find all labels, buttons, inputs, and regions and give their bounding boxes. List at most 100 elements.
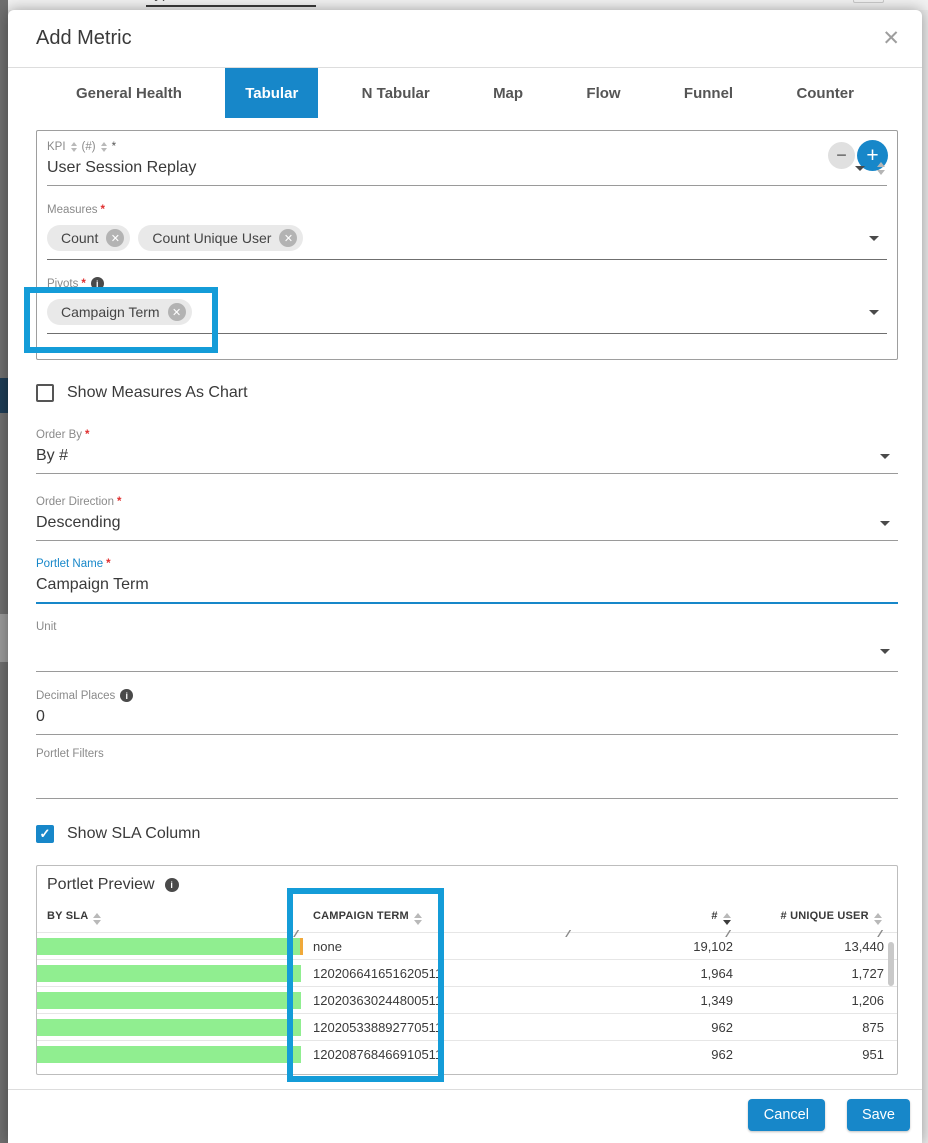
sort-arrows-icon <box>101 142 107 152</box>
table-header-row: BY SLA CAMPAIGN TERM # # UNIQUE USER <box>37 902 897 932</box>
cell-campaign-term: 120205338892770511 <box>303 1020 575 1035</box>
measures-label: Measures* <box>47 204 887 216</box>
show-measures-chart-checkbox[interactable] <box>36 384 54 402</box>
show-sla-row: ✓ Show SLA Column <box>36 825 898 843</box>
chevron-down-icon[interactable] <box>880 521 890 526</box>
cell-campaign-term: 120206641651620511 <box>303 966 575 981</box>
background-select-field[interactable]: Type or select below <box>146 0 316 7</box>
sla-bar <box>37 1046 301 1063</box>
pivot-chip: Campaign Term ✕ <box>47 299 192 325</box>
cell-count: 1,349 <box>575 993 735 1008</box>
cell-campaign-term: 120208768466910511 <box>303 1047 575 1062</box>
show-sla-checkbox[interactable]: ✓ <box>36 825 54 843</box>
cancel-button[interactable]: Cancel <box>748 1099 825 1131</box>
order-direction-select[interactable]: Descending <box>36 511 898 541</box>
background-sidebar <box>0 0 8 1143</box>
table-row: none 19,102 13,440 <box>37 932 897 959</box>
info-icon[interactable]: i <box>120 689 133 702</box>
cell-unique-user: 875 <box>735 1020 884 1035</box>
order-by-select[interactable]: By # <box>36 444 898 474</box>
sla-bar <box>37 938 300 955</box>
chevron-down-icon[interactable] <box>869 310 879 315</box>
portlet-filters-input[interactable] <box>36 763 898 799</box>
table-row: 120205338892770511 962 875 <box>37 1013 897 1040</box>
preview-table: BY SLA CAMPAIGN TERM # # UNIQUE USER <box>37 902 897 1067</box>
table-row: 120203630244800511 1,349 1,206 <box>37 986 897 1013</box>
tab-general-health[interactable]: General Health <box>56 68 202 118</box>
decimal-places-input[interactable]: 0 <box>36 705 898 735</box>
tab-tabular[interactable]: Tabular <box>225 68 318 118</box>
cell-unique-user: 1,727 <box>735 966 884 981</box>
stepper-icon[interactable] <box>877 162 885 175</box>
tab-map[interactable]: Map <box>473 68 543 118</box>
timezone-badge: UTC <box>853 0 884 3</box>
modal-header: Add Metric ✕ <box>8 10 922 68</box>
decimal-places-field: Decimal Places i 0 <box>36 689 898 735</box>
close-icon[interactable]: ✕ <box>882 28 900 49</box>
tab-bar: General Health Tabular N Tabular Map Flo… <box>8 68 922 118</box>
column-resize-handle[interactable]: ⁄⁄ <box>879 929 880 940</box>
unit-select[interactable] <box>36 636 898 672</box>
kpi-label: KPI (#) * <box>47 141 887 153</box>
cell-unique-user: 951 <box>735 1047 884 1062</box>
cell-unique-user: 13,440 <box>735 939 884 954</box>
sort-arrows-icon <box>71 142 77 152</box>
portlet-preview-title: Portlet Preview <box>47 876 155 894</box>
kpi-group-box: − + KPI (#) * User Session Replay Measur… <box>36 130 898 360</box>
cell-count: 1,964 <box>575 966 735 981</box>
kpi-select[interactable]: User Session Replay <box>47 156 887 186</box>
save-button[interactable]: Save <box>847 1099 910 1131</box>
order-direction-value: Descending <box>36 514 874 532</box>
sort-arrows-icon[interactable] <box>874 913 882 925</box>
modal-footer: Cancel Save <box>8 1089 922 1140</box>
sort-arrows-icon[interactable] <box>93 913 101 925</box>
chevron-down-icon[interactable] <box>855 166 865 171</box>
sla-bar <box>37 965 301 982</box>
portlet-preview-box: Portlet Preview i BY SLA CAMPAIGN TERM # <box>36 865 898 1075</box>
column-header-count[interactable]: # <box>575 910 735 925</box>
column-header-by-sla[interactable]: BY SLA <box>37 910 303 925</box>
pivots-select[interactable]: Campaign Term ✕ <box>47 295 887 334</box>
order-by-field: Order By* By # <box>36 429 898 474</box>
tab-n-tabular[interactable]: N Tabular <box>342 68 450 118</box>
sort-arrows-icon[interactable] <box>723 913 731 925</box>
sla-marker <box>300 938 303 955</box>
tab-funnel[interactable]: Funnel <box>664 68 753 118</box>
sla-bar <box>37 1019 301 1036</box>
column-header-campaign-term[interactable]: CAMPAIGN TERM <box>303 910 575 925</box>
chevron-down-icon[interactable] <box>880 649 890 654</box>
page-title: Add Metric <box>36 27 132 50</box>
cell-unique-user: 1,206 <box>735 993 884 1008</box>
cell-count: 962 <box>575 1020 735 1035</box>
info-icon[interactable]: i <box>91 277 104 290</box>
remove-chip-icon[interactable]: ✕ <box>279 229 297 247</box>
background-topbar: Type or select below 05/16/2024 12:00 AM… <box>8 0 928 10</box>
cell-campaign-term: none <box>303 939 575 954</box>
sort-arrows-icon[interactable] <box>414 913 422 925</box>
column-resize-handle[interactable]: ⁄⁄ <box>727 929 728 940</box>
cell-count: 19,102 <box>575 939 735 954</box>
column-resize-handle[interactable]: ⁄⁄ <box>567 929 568 940</box>
remove-chip-icon[interactable]: ✕ <box>106 229 124 247</box>
remove-chip-icon[interactable]: ✕ <box>168 303 186 321</box>
tab-flow[interactable]: Flow <box>566 68 640 118</box>
portlet-name-input[interactable]: Campaign Term <box>36 573 898 604</box>
portlet-filters-field: Portlet Filters <box>36 748 898 799</box>
chevron-down-icon[interactable] <box>869 236 879 241</box>
date-range-field[interactable]: 05/16/2024 12:00 AM - 05/23/2024 12:00 A… <box>478 0 777 3</box>
kpi-value: User Session Replay <box>47 159 849 177</box>
portlet-name-field: Portlet Name* Campaign Term <box>36 558 898 604</box>
sla-bar <box>37 992 301 1009</box>
column-header-unique-user[interactable]: # UNIQUE USER <box>735 910 884 925</box>
table-scrollbar[interactable] <box>888 942 894 986</box>
table-row: 120206641651620511 1,964 1,727 <box>37 959 897 986</box>
portlet-name-value: Campaign Term <box>36 576 896 594</box>
chevron-down-icon[interactable] <box>880 454 890 459</box>
measures-select[interactable]: Count ✕ Count Unique User ✕ <box>47 221 887 260</box>
order-direction-field: Order Direction* Descending <box>36 496 898 541</box>
cell-count: 962 <box>575 1047 735 1062</box>
decimal-places-value: 0 <box>36 708 896 726</box>
tab-counter[interactable]: Counter <box>776 68 874 118</box>
sidebar-segment <box>0 378 8 413</box>
info-icon[interactable]: i <box>165 878 179 892</box>
